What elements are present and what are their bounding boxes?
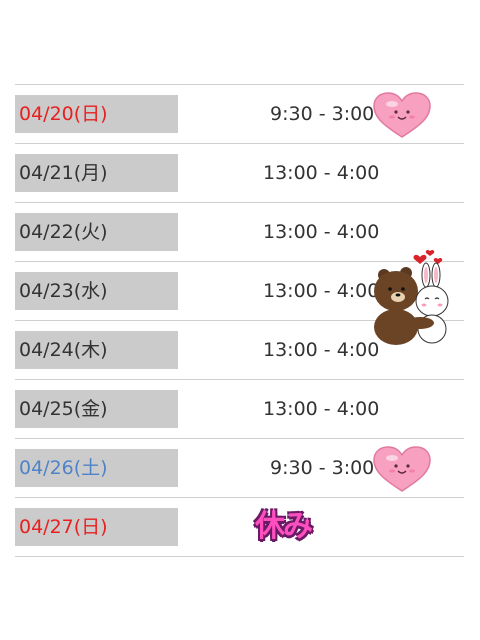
heart-icon bbox=[373, 92, 431, 138]
date-label: 04/21(月) bbox=[15, 154, 178, 192]
date-label: 04/20(日) bbox=[15, 95, 178, 133]
schedule-row: 04/25(金) 13:00 - 4:00 bbox=[15, 380, 464, 439]
date-label: 04/24(木) bbox=[15, 331, 178, 369]
schedule-table: 04/20(日) 9:30 - 3:00 04/21(月) 13:00 - 4:… bbox=[15, 84, 464, 557]
date-label: 04/26(土) bbox=[15, 449, 178, 487]
schedule-row: 04/26(土) 9:30 - 3:00 bbox=[15, 439, 464, 498]
date-label: 04/27(日) bbox=[15, 508, 178, 546]
schedule-row: 04/24(木) 13:00 - 4:00 bbox=[15, 249, 464, 380]
heart-icon bbox=[373, 446, 431, 492]
time-range: 13:00 - 4:00 bbox=[263, 339, 380, 361]
time-range: 13:00 - 4:00 bbox=[263, 398, 380, 420]
time-range: 13:00 - 4:00 bbox=[263, 162, 380, 184]
schedule-row: 04/27(日) 休み bbox=[15, 498, 464, 557]
time-range: 9:30 - 3:00 bbox=[270, 457, 375, 479]
schedule-row: 04/20(日) 9:30 - 3:00 bbox=[15, 85, 464, 144]
date-label: 04/22(火) bbox=[15, 213, 178, 251]
bear-bunny-hug-icon bbox=[374, 249, 449, 345]
date-label: 04/25(金) bbox=[15, 390, 178, 428]
rest-day-label: 休み bbox=[255, 509, 313, 544]
date-label: 04/23(水) bbox=[15, 272, 178, 310]
time-range: 13:00 - 4:00 bbox=[263, 221, 380, 243]
time-range: 9:30 - 3:00 bbox=[270, 103, 375, 125]
time-range: 13:00 - 4:00 bbox=[263, 280, 380, 302]
schedule-row: 04/21(月) 13:00 - 4:00 bbox=[15, 144, 464, 203]
